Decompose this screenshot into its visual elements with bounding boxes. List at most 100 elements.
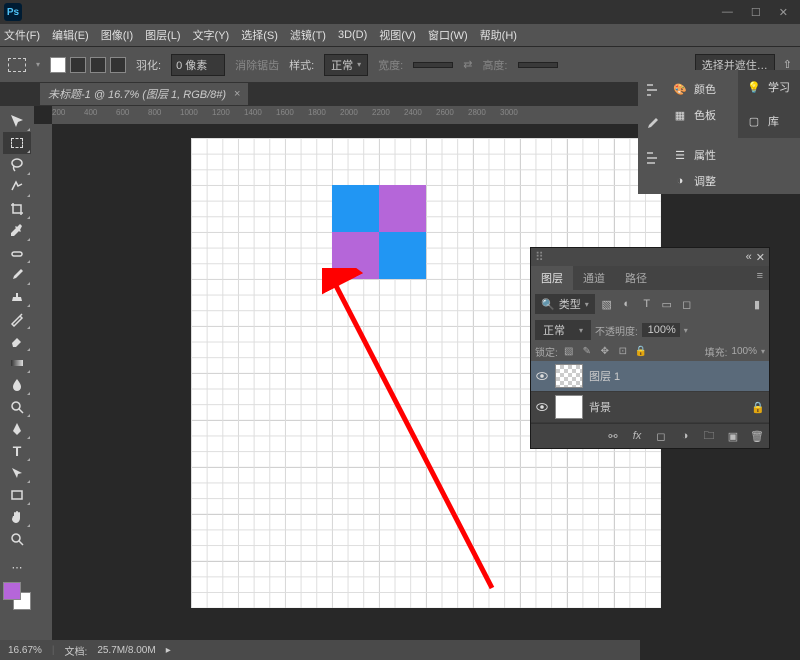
quick-select-tool[interactable] xyxy=(3,176,31,198)
brush-tool[interactable] xyxy=(3,264,31,286)
path-select-tool[interactable] xyxy=(3,462,31,484)
edit-toolbar-icon[interactable]: ⋯ xyxy=(3,556,31,578)
minimize-button[interactable]: — xyxy=(722,6,733,19)
zoom-tool[interactable] xyxy=(3,528,31,550)
doc-info-value[interactable]: 25.7M/8.00M xyxy=(97,645,155,656)
layer-thumbnail[interactable] xyxy=(555,364,583,388)
layer-name[interactable]: 背景 xyxy=(589,399,611,415)
filter-pixel-icon[interactable]: ▧ xyxy=(599,296,615,312)
panel-learn[interactable]: 💡学习 xyxy=(742,76,796,98)
lock-transparent-icon[interactable]: ▧ xyxy=(562,345,576,359)
filter-toggle-icon[interactable]: ▮ xyxy=(749,296,765,312)
link-layers-icon[interactable]: ⚯ xyxy=(605,428,621,444)
menu-help[interactable]: 帮助(H) xyxy=(480,27,517,43)
blend-mode-select[interactable]: 正常▾ xyxy=(535,320,591,340)
menu-image[interactable]: 图像(I) xyxy=(101,27,133,43)
eraser-tool[interactable] xyxy=(3,330,31,352)
visibility-icon[interactable] xyxy=(535,400,549,414)
fg-color-swatch[interactable] xyxy=(3,582,21,600)
history-icon[interactable] xyxy=(642,148,662,168)
layer-thumbnail[interactable] xyxy=(555,395,583,419)
marquee-tool-icon[interactable] xyxy=(8,58,26,72)
dodge-tool[interactable] xyxy=(3,396,31,418)
layer-group-icon[interactable]: 🗀 xyxy=(701,428,717,444)
blur-tool[interactable] xyxy=(3,374,31,396)
tools-panel: T ⋯ xyxy=(0,106,34,660)
close-button[interactable]: ✕ xyxy=(779,6,788,19)
healing-brush-tool[interactable] xyxy=(3,242,31,264)
menu-3d[interactable]: 3D(D) xyxy=(338,29,367,41)
menu-type[interactable]: 文字(Y) xyxy=(193,27,230,43)
tab-layers[interactable]: 图层 xyxy=(531,266,573,290)
type-tool[interactable]: T xyxy=(3,440,31,462)
opacity-input[interactable]: 100% xyxy=(642,323,680,337)
doc-info-dropdown[interactable]: ▸ xyxy=(166,645,171,656)
selection-new-icon[interactable] xyxy=(50,57,66,73)
layers-panel[interactable]: ⠿ « ✕ 图层 通道 路径 ≡ 🔍 类型 ▾ ▧ ◐ T ▭ ◻ ▮ 正常▾ … xyxy=(530,247,770,449)
menu-window[interactable]: 窗口(W) xyxy=(428,27,468,43)
panel-properties[interactable]: ☰属性 xyxy=(668,144,798,166)
layer-fx-icon[interactable]: fx xyxy=(629,428,645,444)
menu-file[interactable]: 文件(F) xyxy=(4,27,40,43)
tab-paths[interactable]: 路径 xyxy=(615,266,657,290)
ruler-vertical[interactable] xyxy=(34,124,52,660)
brushes-icon[interactable] xyxy=(642,114,662,134)
antialias-checkbox: 消除锯齿 xyxy=(235,57,279,73)
marquee-tool[interactable] xyxy=(3,132,31,154)
tab-channels[interactable]: 通道 xyxy=(573,266,615,290)
close-tab-icon[interactable]: × xyxy=(234,88,240,100)
panel-menu-icon[interactable]: ≡ xyxy=(751,266,769,290)
menu-select[interactable]: 选择(S) xyxy=(241,27,278,43)
menu-layer[interactable]: 图层(L) xyxy=(145,27,180,43)
lock-image-icon[interactable]: ✎ xyxy=(580,345,594,359)
selection-intersect-icon[interactable] xyxy=(110,57,126,73)
menu-edit[interactable]: 编辑(E) xyxy=(52,27,89,43)
filter-type-icon[interactable]: T xyxy=(639,296,655,312)
fill-input[interactable]: 100% xyxy=(731,346,757,357)
lasso-tool[interactable] xyxy=(3,154,31,176)
tool-preset-dropdown[interactable]: ▾ xyxy=(36,60,40,69)
layer-item-background[interactable]: 背景 🔒 xyxy=(531,392,769,423)
panel-libraries[interactable]: ▢库 xyxy=(742,110,796,132)
filter-shape-icon[interactable]: ▭ xyxy=(659,296,675,312)
selection-subtract-icon[interactable] xyxy=(90,57,106,73)
new-layer-icon[interactable]: ▣ xyxy=(725,428,741,444)
visibility-icon[interactable] xyxy=(535,369,549,383)
crop-tool[interactable] xyxy=(3,198,31,220)
panel-drag-handle[interactable]: ⠿ xyxy=(535,250,544,264)
layer-mask-icon[interactable]: ◻ xyxy=(653,428,669,444)
hand-tool[interactable] xyxy=(3,506,31,528)
layer-filter-kind[interactable]: 🔍 类型 ▾ xyxy=(535,294,595,314)
pen-tool[interactable] xyxy=(3,418,31,440)
layer-name[interactable]: 图层 1 xyxy=(589,368,620,384)
filter-adjust-icon[interactable]: ◐ xyxy=(619,296,635,312)
doc-info-label: 文档: xyxy=(65,643,88,658)
panel-close-icon[interactable]: ✕ xyxy=(756,251,765,264)
adjustment-layer-icon[interactable]: ◑ xyxy=(677,428,693,444)
zoom-level[interactable]: 16.67% xyxy=(8,645,42,656)
rectangle-tool[interactable] xyxy=(3,484,31,506)
clone-stamp-tool[interactable] xyxy=(3,286,31,308)
eyedropper-tool[interactable] xyxy=(3,220,31,242)
document-tab[interactable]: 未标题-1 @ 16.7% (图层 1, RGB/8#) × xyxy=(40,83,248,105)
lock-artboard-icon[interactable]: ⊡ xyxy=(616,345,630,359)
selection-add-icon[interactable] xyxy=(70,57,86,73)
panel-adjustments[interactable]: ◑调整 xyxy=(668,170,798,192)
brush-settings-icon[interactable] xyxy=(642,80,662,100)
filter-smart-icon[interactable]: ◻ xyxy=(679,296,695,312)
lock-position-icon[interactable]: ✥ xyxy=(598,345,612,359)
menu-filter[interactable]: 滤镜(T) xyxy=(290,27,326,43)
feather-input[interactable]: 0 像素 xyxy=(171,54,225,76)
style-select[interactable]: 正常▾ xyxy=(324,54,368,76)
panel-collapse-icon[interactable]: « xyxy=(746,251,752,263)
history-brush-tool[interactable] xyxy=(3,308,31,330)
delete-layer-icon[interactable]: 🗑 xyxy=(749,428,765,444)
right-dock-2: 💡学习 ▢库 xyxy=(738,70,800,138)
color-swatches[interactable] xyxy=(3,582,31,610)
gradient-tool[interactable] xyxy=(3,352,31,374)
lock-all-icon[interactable]: 🔒 xyxy=(634,345,648,359)
menu-view[interactable]: 视图(V) xyxy=(379,27,416,43)
layer-item-1[interactable]: 图层 1 xyxy=(531,361,769,392)
move-tool[interactable] xyxy=(3,110,31,132)
maximize-button[interactable]: ☐ xyxy=(751,6,761,19)
